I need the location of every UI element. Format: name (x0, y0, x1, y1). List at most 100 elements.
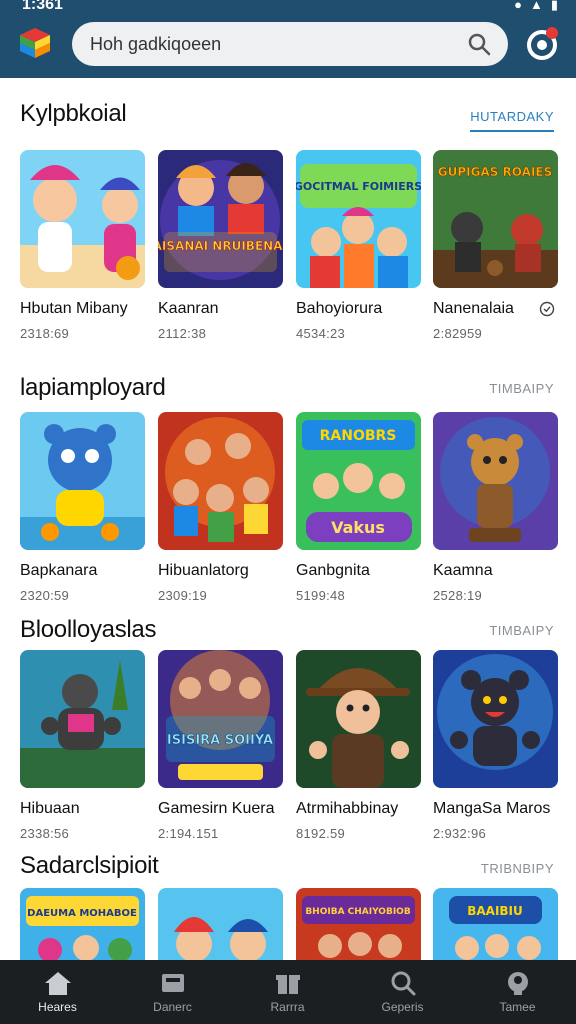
game-title: Atrmihabbinay (296, 800, 399, 817)
nav-item-home[interactable]: Heares (0, 960, 115, 1024)
game-title: Kaanran (158, 300, 219, 317)
game-card[interactable]: Bapkanara 2320:59 (20, 412, 145, 603)
game-meta: 2528:19 (433, 588, 483, 603)
search-input[interactable]: Hoh gadkiqoeen (90, 34, 221, 55)
game-card[interactable]: GUPIGAS ROAIES Nanenalaia 2:82959 (433, 150, 558, 341)
section-2: lapiamployard TIMBAIPY Bapkanara 2320:59… (0, 370, 576, 610)
game-card[interactable]: MAISANAI NRUIBENAES Kaanran 2112:38 (158, 150, 283, 341)
thumb-title-text: GOCITMAL FOIMIERS (296, 180, 421, 193)
game-card[interactable]: BAAIBIU (433, 888, 558, 960)
section-1: Kylpbkoial HUTARDAKY Hbutan Mibany 2318:… (0, 92, 576, 352)
game-title: Hbutan Mibany (20, 300, 128, 317)
game-card[interactable]: Hbutan Mibany 2318:69 (20, 150, 145, 341)
game-title: Gamesirn Kuera (158, 800, 275, 817)
status-time: 1:361 (22, 0, 63, 13)
game-meta: 2338:56 (20, 826, 70, 841)
app-logo-icon[interactable] (18, 26, 52, 60)
game-card[interactable]: Hibuaan 2338:56 (20, 650, 145, 841)
search-icon (391, 971, 415, 996)
game-row: Hibuaan 2338:56 ISISIRA SOIIYA Gamesirn … (20, 650, 560, 850)
game-thumbnail[interactable]: GOCITMAL FOIMIERS (296, 150, 421, 288)
nav-item-rewards[interactable]: Rarrra (230, 960, 345, 1024)
svg-text:Vakus: Vakus (331, 518, 385, 537)
section-title: lapiamployard (20, 374, 166, 401)
game-thumbnail[interactable]: ISISIRA SOIIYA (158, 650, 283, 788)
nav-label: Tamee (499, 1000, 536, 1014)
game-row: Bapkanara 2320:59 Hibuanlatorg 2309:19 R… (20, 412, 560, 612)
section-title: Sadarclsipioit (20, 852, 159, 879)
game-thumbnail[interactable] (20, 412, 145, 550)
game-title: MangaSa Maros (433, 800, 551, 817)
thumb-title-text: BAAIBIU (467, 904, 523, 918)
game-card[interactable]: ISISIRA SOIIYA Gamesirn Kuera 2:194.151 (158, 650, 283, 841)
game-card[interactable] (158, 888, 283, 960)
section-4: Sadarclsipioit TRIBNBIPY DAEUMA MOHABOE (0, 852, 576, 960)
game-meta: 8192.59 (296, 826, 346, 841)
game-meta: 2:82959 (433, 326, 483, 341)
game-card[interactable]: Hibuanlatorg 2309:19 (158, 412, 283, 603)
game-card[interactable]: RANOBRS Vakus Ganbgnita 5199:48 (296, 412, 421, 603)
game-row: Hbutan Mibany 2318:69 MAISANAI NRUIBENAE… (20, 150, 560, 350)
thumb-title-text: ISISIRA SOIIYA (167, 733, 273, 748)
notification-profile-button[interactable] (524, 26, 560, 62)
game-card[interactable]: Atrmihabbinay 8192.59 (296, 650, 421, 841)
home-icon (44, 972, 71, 995)
game-card[interactable]: DAEUMA MOHABOE (20, 888, 145, 960)
game-thumbnail[interactable] (158, 888, 283, 960)
game-title: Bahoyiorura (296, 300, 383, 317)
game-thumbnail[interactable] (296, 650, 421, 788)
thumb-title-text: GUPIGAS ROAIES (438, 165, 553, 179)
section-3: Bloolloyaslas TIMBAIPY Hibuaan 2338:56 I… (0, 612, 576, 852)
game-thumbnail[interactable] (433, 650, 558, 788)
game-title: Bapkanara (20, 562, 98, 579)
game-card[interactable]: MangaSa Maros 2:932:96 (433, 650, 558, 841)
thumb-title-text: DAEUMA MOHABOE (27, 908, 137, 919)
game-title: Kaamna (433, 562, 493, 579)
section-see-all-link[interactable]: HUTARDAKY (470, 109, 554, 132)
game-card[interactable]: Kaamna 2528:19 (433, 412, 558, 603)
game-title: Hibuanlatorg (158, 562, 249, 579)
section-see-all-link[interactable]: TIMBAIPY (489, 623, 554, 638)
signal-icon: ● (514, 0, 522, 12)
nav-label: Rarrra (270, 1000, 305, 1014)
gift-icon (275, 975, 300, 994)
game-thumbnail[interactable]: BHOIBA CHAIYOBIOB (296, 888, 421, 960)
section-see-all-link[interactable]: TIMBAIPY (489, 381, 554, 396)
nav-item-library[interactable]: Danerc (115, 960, 230, 1024)
profile-icon (507, 972, 528, 995)
game-thumbnail[interactable]: DAEUMA MOHABOE (20, 888, 145, 960)
game-thumbnail[interactable]: MAISANAI NRUIBENAES (158, 150, 283, 288)
game-title: Ganbgnita (296, 562, 370, 579)
thumb-title-text: RANOBRS (320, 428, 397, 444)
game-thumbnail[interactable] (433, 412, 558, 550)
status-icons: ● ▲ ▮ (514, 0, 558, 13)
game-thumbnail[interactable]: GUPIGAS ROAIES (433, 150, 558, 288)
game-meta: 2112:38 (158, 326, 207, 341)
game-thumbnail[interactable] (20, 650, 145, 788)
game-thumbnail[interactable]: BAAIBIU (433, 888, 558, 960)
game-title: Hibuaan (20, 800, 80, 817)
thumb-title-text: MAISANAI NRUIBENAES (158, 239, 283, 253)
nav-item-profile[interactable]: Tamee (460, 960, 575, 1024)
game-card[interactable]: GOCITMAL FOIMIERS Bahoyiorura 4534:23 (296, 150, 421, 341)
nav-label: Danerc (153, 1000, 192, 1014)
search-bar[interactable]: Hoh gadkiqoeen (72, 22, 508, 66)
game-card[interactable]: BHOIBA CHAIYOBIOB (296, 888, 421, 960)
game-thumbnail[interactable]: RANOBRS Vakus (296, 412, 421, 550)
game-meta: 4534:23 (296, 326, 346, 341)
nav-label: Heares (38, 1000, 77, 1014)
search-icon[interactable] (466, 31, 492, 57)
section-title: Kylpbkoial (20, 100, 127, 127)
game-thumbnail[interactable] (20, 150, 145, 288)
nav-item-search[interactable]: Geperis (345, 960, 460, 1024)
thumb-title-text: BHOIBA CHAIYOBIOB (305, 907, 411, 917)
verified-icon (539, 301, 555, 317)
section-see-all-link[interactable]: TRIBNBIPY (481, 861, 554, 876)
wifi-icon: ▲ (529, 0, 543, 12)
nav-label: Geperis (381, 1000, 424, 1014)
game-row: DAEUMA MOHABOE BHOIBA CHAIYOBIOB BAAIBIU (20, 888, 560, 960)
game-meta: 2:932:96 (433, 826, 487, 841)
game-thumbnail[interactable] (158, 412, 283, 550)
game-meta: 5199:48 (296, 588, 346, 603)
bottom-navigation: Heares Danerc Rarrra Geperis Tamee (0, 960, 576, 1024)
